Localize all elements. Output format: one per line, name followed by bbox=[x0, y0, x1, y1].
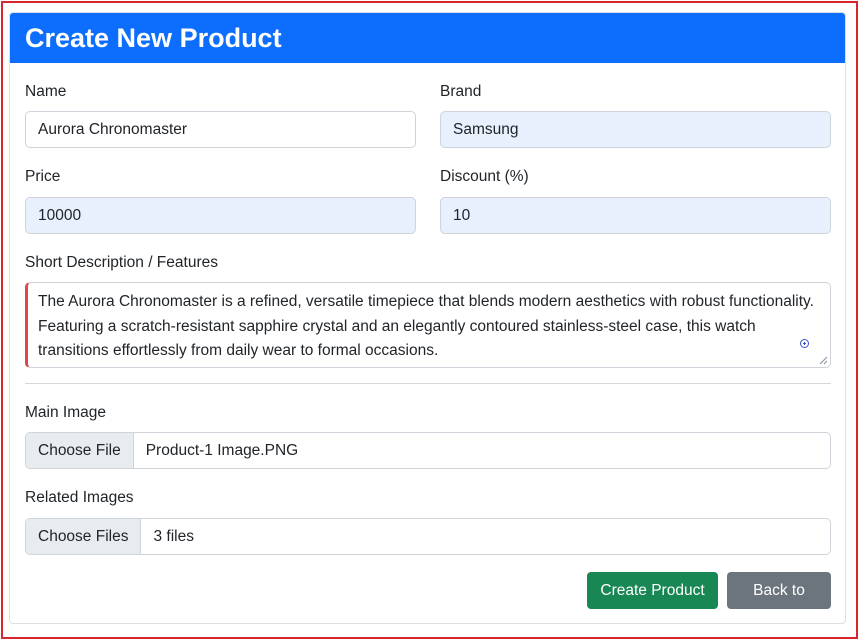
description-label: Short Description / Features bbox=[25, 254, 218, 271]
choose-files-button[interactable]: Choose Files bbox=[26, 519, 142, 554]
name-label: Name bbox=[25, 83, 67, 100]
name-input[interactable] bbox=[25, 111, 416, 148]
resize-handle-icon[interactable] bbox=[819, 356, 828, 365]
main-image-input[interactable]: Choose File Product-1 Image.PNG bbox=[25, 432, 831, 469]
discount-label: Discount (%) bbox=[440, 168, 529, 185]
add-circle-icon[interactable] bbox=[800, 339, 809, 348]
choose-file-button[interactable]: Choose File bbox=[26, 433, 134, 468]
related-images-input[interactable]: Choose Files 3 files bbox=[25, 518, 831, 555]
main-image-label: Main Image bbox=[25, 404, 106, 421]
create-product-card: Create New Product Name Brand Price Disc… bbox=[9, 12, 846, 624]
page-title: Create New Product bbox=[10, 13, 845, 63]
discount-input[interactable] bbox=[440, 197, 831, 234]
price-label: Price bbox=[25, 168, 61, 185]
back-to-list-button[interactable]: Back to List bbox=[727, 572, 831, 623]
price-input[interactable] bbox=[25, 197, 416, 234]
description-field: The Aurora Chronomaster is a refined, ve… bbox=[25, 282, 831, 368]
related-images-label: Related Images bbox=[25, 489, 134, 506]
description-textarea[interactable]: The Aurora Chronomaster is a refined, ve… bbox=[28, 283, 830, 367]
related-images-filename: 3 files bbox=[153, 528, 194, 545]
brand-input[interactable] bbox=[440, 111, 831, 148]
brand-label: Brand bbox=[440, 83, 482, 100]
main-image-filename: Product-1 Image.PNG bbox=[145, 442, 299, 459]
create-product-button[interactable]: Create Product bbox=[587, 572, 718, 609]
form-divider bbox=[25, 383, 831, 384]
